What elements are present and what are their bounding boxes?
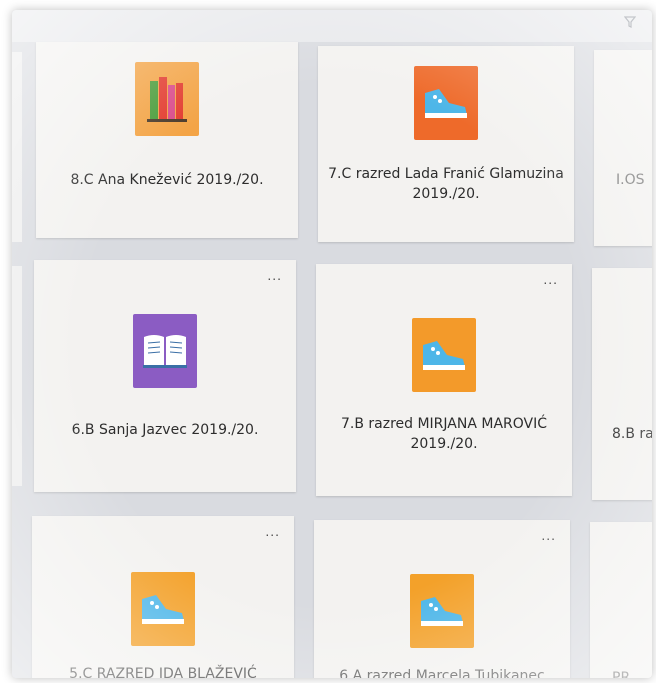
sneaker-icon [410, 574, 474, 648]
team-title: 7.B razred MIRJANA MAROVIĆ 2019./20. [340, 416, 548, 452]
top-bar [12, 10, 652, 42]
team-card[interactable]: ... 5.C RAZRED IDA BLAŽEVIĆ [32, 516, 294, 678]
team-card[interactable]: ... 7.B razred MIRJANA MAROVIĆ 2019./20. [316, 264, 572, 496]
more-options-icon[interactable]: ... [265, 524, 280, 538]
card-partial-left [12, 266, 22, 486]
filter-icon[interactable] [622, 16, 638, 32]
teams-grid-screen: 8.C Ana Knežević 2019./20. 7.C razred La… [12, 10, 652, 678]
team-title: 7.C razred Lada Franić Glamuzina 2019./2… [328, 166, 564, 202]
card-partial-left [12, 52, 22, 242]
more-options-icon[interactable]: ... [267, 268, 282, 282]
team-card[interactable]: ... 6.A razred Marcela Tubikanec [314, 520, 570, 678]
team-title: 5.C RAZRED IDA BLAŽEVIĆ [69, 666, 257, 678]
team-title: I.OS [616, 172, 645, 188]
sneaker-icon [131, 572, 195, 646]
more-options-icon[interactable]: ... [543, 272, 558, 286]
team-card[interactable]: 8.C Ana Knežević 2019./20. [36, 42, 298, 238]
team-card[interactable]: I.OS [594, 50, 652, 246]
team-title: 6.A razred Marcela Tubikanec [339, 668, 545, 678]
team-card[interactable]: 7.C razred Lada Franić Glamuzina 2019./2… [318, 46, 574, 242]
sneaker-icon [412, 318, 476, 392]
team-card[interactable]: 8.B ra [592, 268, 652, 500]
team-title: 8.B ra [612, 426, 652, 442]
books-icon [135, 62, 199, 136]
open-book-icon [133, 314, 197, 388]
team-card[interactable]: ... 6.B Sanja Jazvec 2019./20. [34, 260, 296, 492]
team-title: 6.B Sanja Jazvec 2019./20. [71, 422, 259, 438]
team-title: PR [612, 670, 631, 678]
team-card[interactable]: PR [590, 522, 652, 678]
more-options-icon[interactable]: ... [541, 528, 556, 542]
team-title: 8.C Ana Knežević 2019./20. [70, 172, 264, 188]
sneaker-icon [414, 66, 478, 140]
